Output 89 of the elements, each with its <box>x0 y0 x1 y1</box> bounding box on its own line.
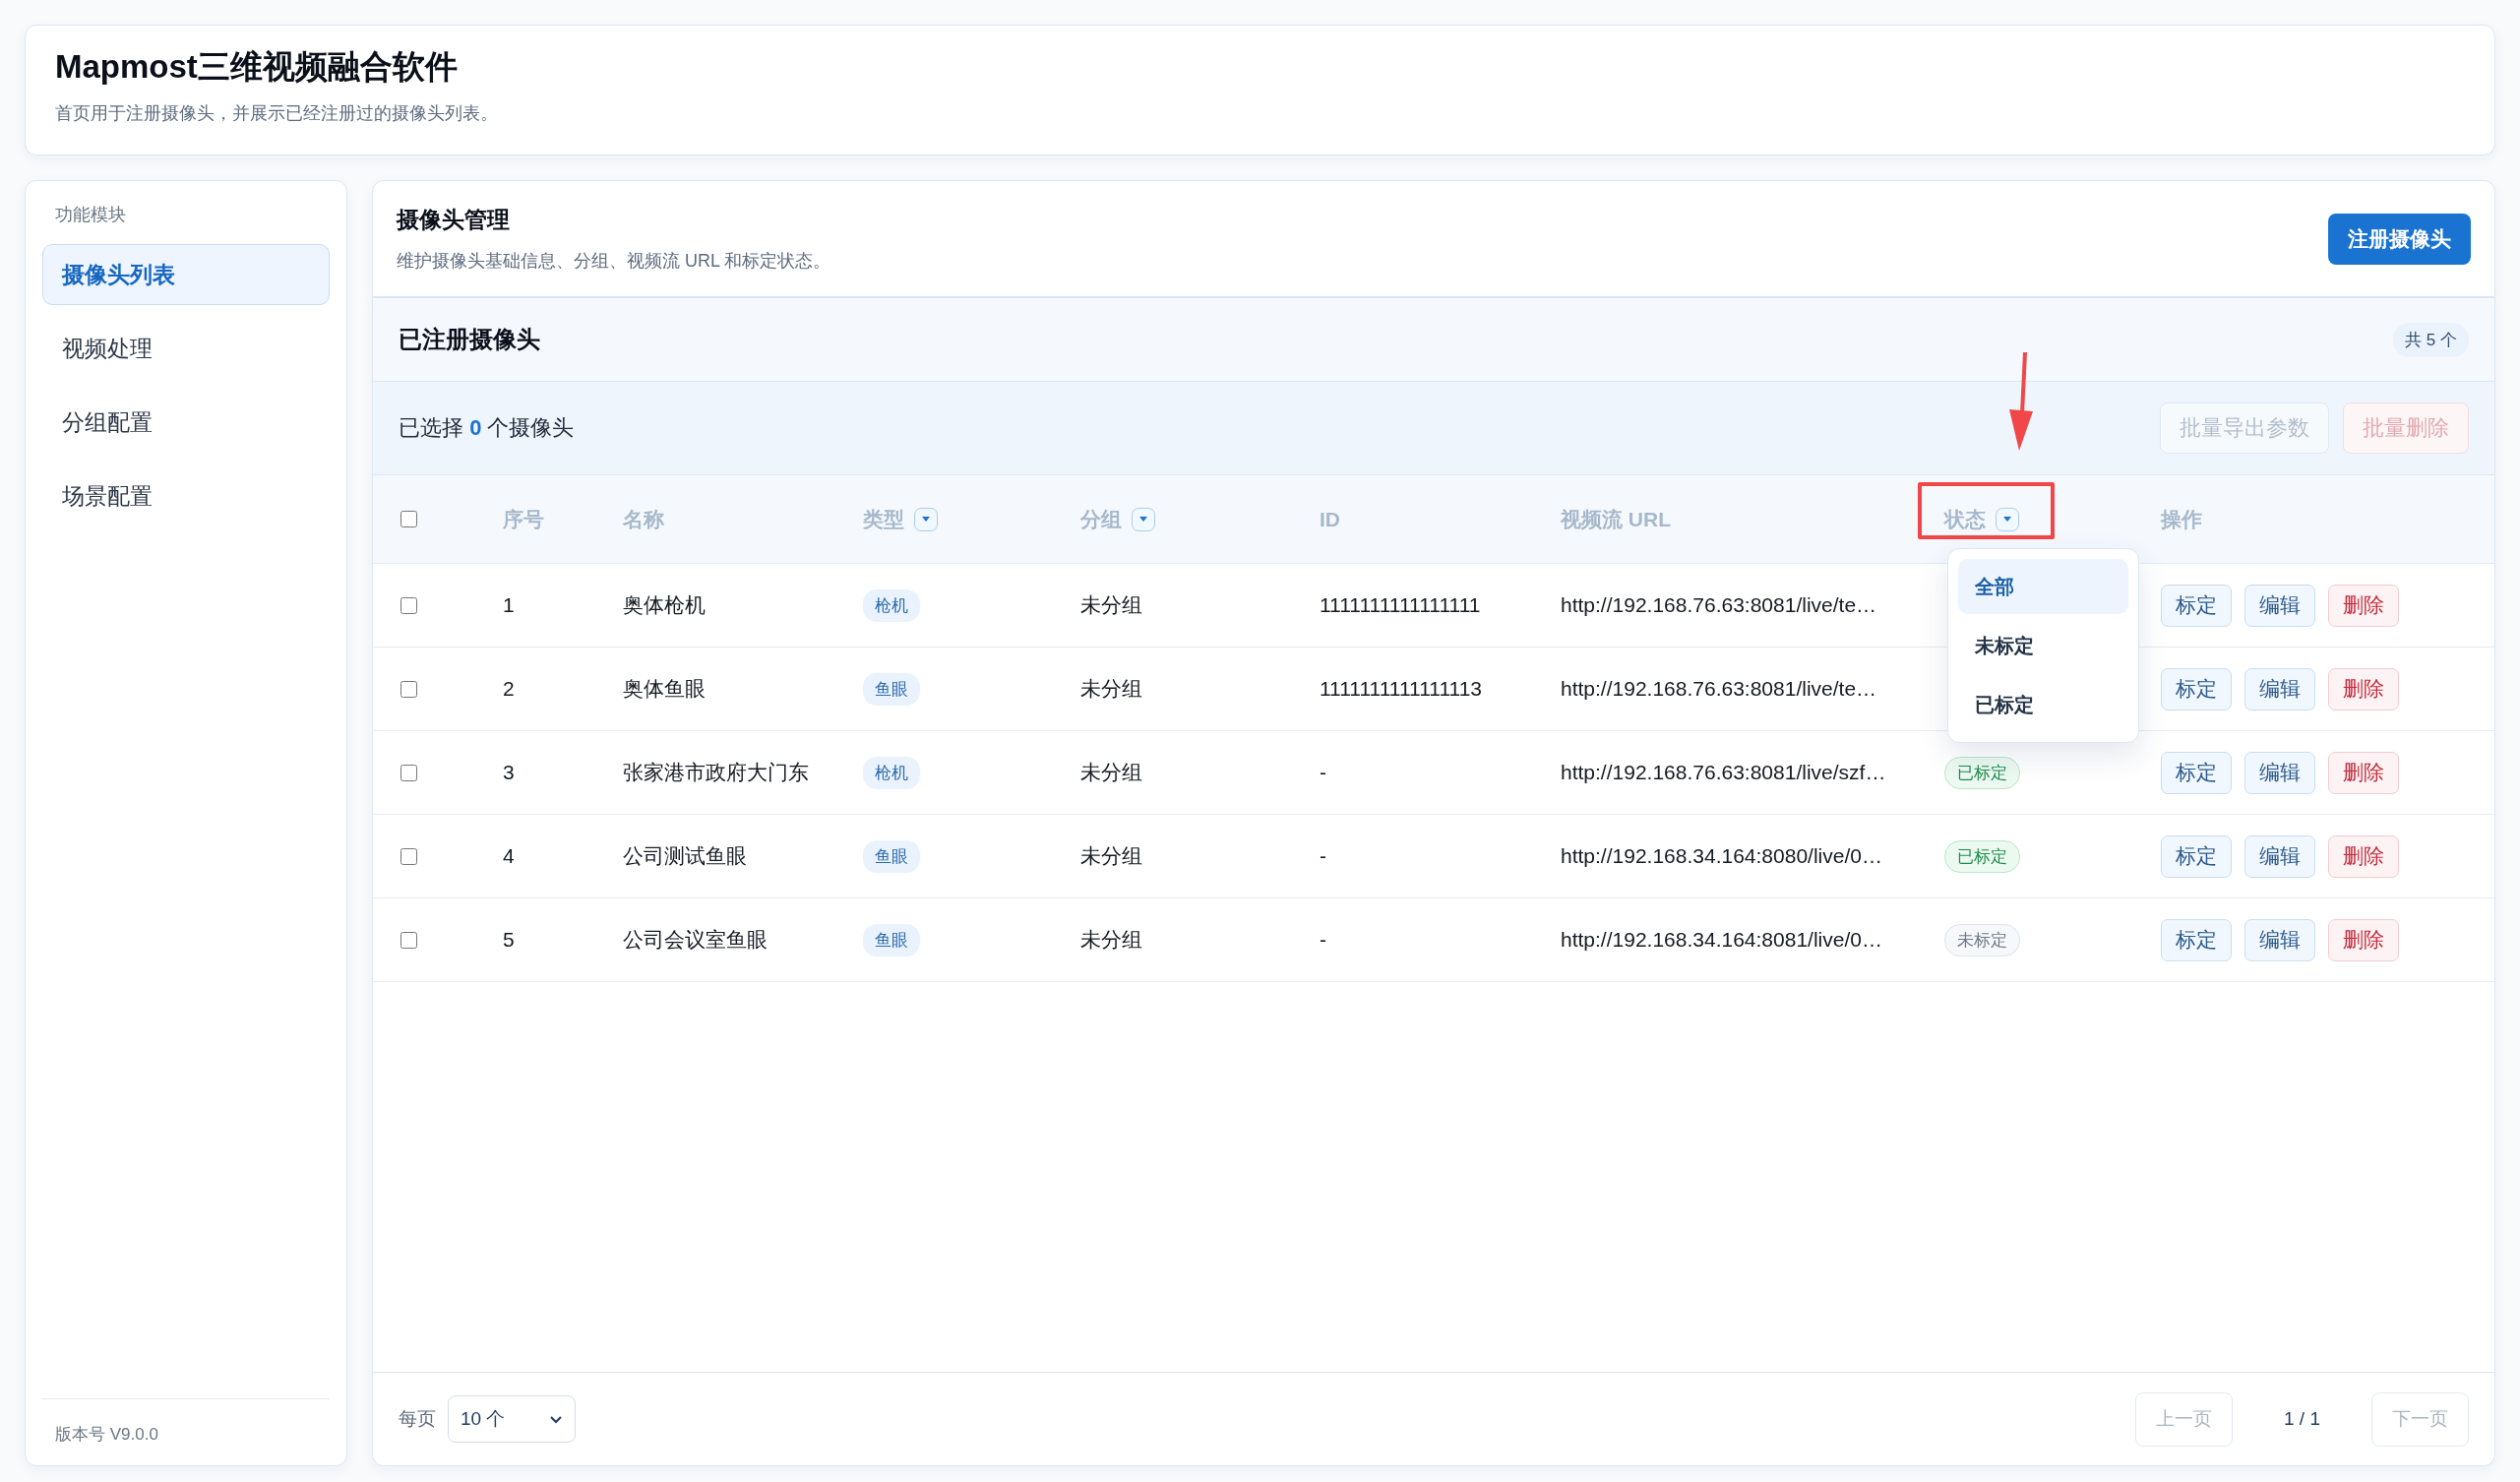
menu-item[interactable]: 已标定 <box>1958 677 2128 732</box>
sidebar-item[interactable]: 视频处理 <box>42 318 330 379</box>
index-cell: 1 <box>503 593 515 617</box>
app-subtitle: 首页用于注册摄像头，并展示已经注册过的摄像头列表。 <box>55 102 499 125</box>
type-tag: 鱼眼 <box>863 839 920 873</box>
filter-button[interactable] <box>1132 507 1155 531</box>
delete-button[interactable]: 删除 <box>2328 918 2399 961</box>
group-cell-text: 未分组 <box>1080 760 1142 785</box>
type-tag: 枪机 <box>863 756 920 789</box>
id-cell: - <box>1320 928 1326 952</box>
count-badge: 共 5 个 <box>2393 322 2469 357</box>
url-cell: http://192.168.76.63:8081/live/szf… <box>1561 761 1886 784</box>
status-tag: 未标定 <box>1944 923 2020 957</box>
name-cell-text: 公司会议室鱼眼 <box>623 927 768 953</box>
id-cell: 1111111111111113 <box>1320 677 1483 701</box>
page-size-select[interactable]: 10 个 <box>448 1395 576 1443</box>
row-checkbox[interactable] <box>400 847 417 865</box>
name-cell-text: 张家港市政府大门东 <box>623 760 809 785</box>
index-cell: 3 <box>503 761 515 784</box>
caret-down-icon <box>2002 516 2012 523</box>
column-header: 状态 <box>1944 506 1986 532</box>
index-cell: 5 <box>503 928 515 952</box>
url-cell: http://192.168.34.164:8080/live/0… <box>1561 844 1882 868</box>
group-cell-text: 未分组 <box>1080 927 1142 953</box>
calibrate-button[interactable]: 标定 <box>2161 584 2232 627</box>
edit-button[interactable]: 编辑 <box>2244 751 2315 794</box>
status-tag: 已标定 <box>1944 756 2020 789</box>
panel-title: 摄像头管理 <box>397 206 511 234</box>
name-cell-text: 奥体鱼眼 <box>623 676 706 702</box>
chevron-down-icon <box>549 1414 563 1424</box>
id-cell: - <box>1320 844 1326 868</box>
column-header: 视频流 URL <box>1561 506 1671 532</box>
calibrate-button[interactable]: 标定 <box>2161 751 2232 794</box>
row-checkbox[interactable] <box>400 680 417 698</box>
calibrate-button[interactable]: 标定 <box>2161 918 2232 961</box>
per-page-label: 每页 <box>399 1407 436 1431</box>
type-tag: 枪机 <box>863 588 920 622</box>
group-cell-text: 未分组 <box>1080 843 1142 869</box>
sidebar-item[interactable]: 场景配置 <box>42 465 330 526</box>
caret-down-icon <box>921 516 931 523</box>
row-checkbox[interactable] <box>400 596 417 614</box>
edit-button[interactable]: 编辑 <box>2244 584 2315 627</box>
register-camera-button[interactable]: 注册摄像头 <box>2328 213 2471 265</box>
column-header: 分组 <box>1080 506 1122 532</box>
edit-button[interactable]: 编辑 <box>2244 667 2315 710</box>
column-header: ID <box>1320 507 1340 531</box>
menu-item[interactable]: 未标定 <box>1958 618 2128 673</box>
column-header: 操作 <box>2161 506 2202 532</box>
id-cell: - <box>1320 761 1326 784</box>
group-cell-text: 未分组 <box>1080 592 1142 618</box>
table-title: 已注册摄像头 <box>399 325 540 354</box>
filter-button[interactable] <box>914 507 938 531</box>
edit-button[interactable]: 编辑 <box>2244 918 2315 961</box>
index-cell: 4 <box>503 844 515 868</box>
selection-text: 已选择 0 个摄像头 <box>399 414 575 442</box>
app-title: Mapmost三维视频融合软件 <box>55 47 459 87</box>
group-cell-text: 未分组 <box>1080 676 1142 702</box>
status-tag: 已标定 <box>1944 839 2020 873</box>
row-checkbox[interactable] <box>400 764 417 781</box>
column-header: 类型 <box>863 506 904 532</box>
id-cell: 1111111111111111 <box>1320 593 1481 617</box>
panel-description: 维护摄像头基础信息、分组、视频流 URL 和标定状态。 <box>397 250 832 273</box>
edit-button[interactable]: 编辑 <box>2244 834 2315 878</box>
sidebar-item[interactable]: 分组配置 <box>42 392 330 453</box>
caret-down-icon <box>1138 516 1148 523</box>
delete-button[interactable]: 删除 <box>2328 751 2399 794</box>
delete-button[interactable]: 删除 <box>2328 584 2399 627</box>
name-cell-text: 公司测试鱼眼 <box>623 843 747 869</box>
delete-button[interactable]: 删除 <box>2328 667 2399 710</box>
delete-button[interactable]: 删除 <box>2328 834 2399 878</box>
column-header: 序号 <box>503 506 544 532</box>
name-cell-text: 奥体枪机 <box>623 592 706 618</box>
version-label: 版本号 V9.0.0 <box>42 1398 330 1446</box>
filter-button[interactable] <box>1996 507 2019 531</box>
column-header: 名称 <box>623 506 664 532</box>
calibrate-button[interactable]: 标定 <box>2161 834 2232 878</box>
url-cell: http://192.168.76.63:8081/live/te… <box>1561 677 1877 701</box>
menu-item[interactable]: 全部 <box>1958 559 2128 614</box>
type-tag: 鱼眼 <box>863 923 920 957</box>
url-cell: http://192.168.76.63:8081/live/te… <box>1561 593 1877 617</box>
row-checkbox[interactable] <box>400 931 417 949</box>
url-cell: http://192.168.34.164:8081/live/0… <box>1561 928 1882 952</box>
sidebar-item[interactable]: 摄像头列表 <box>42 244 330 305</box>
calibrate-button[interactable]: 标定 <box>2161 667 2232 710</box>
select-all-checkbox[interactable] <box>400 511 417 527</box>
index-cell: 2 <box>503 677 515 701</box>
page-indicator: 1 / 1 <box>2283 1408 2321 1430</box>
type-tag: 鱼眼 <box>863 672 920 706</box>
sidebar-heading: 功能模块 <box>54 204 127 226</box>
